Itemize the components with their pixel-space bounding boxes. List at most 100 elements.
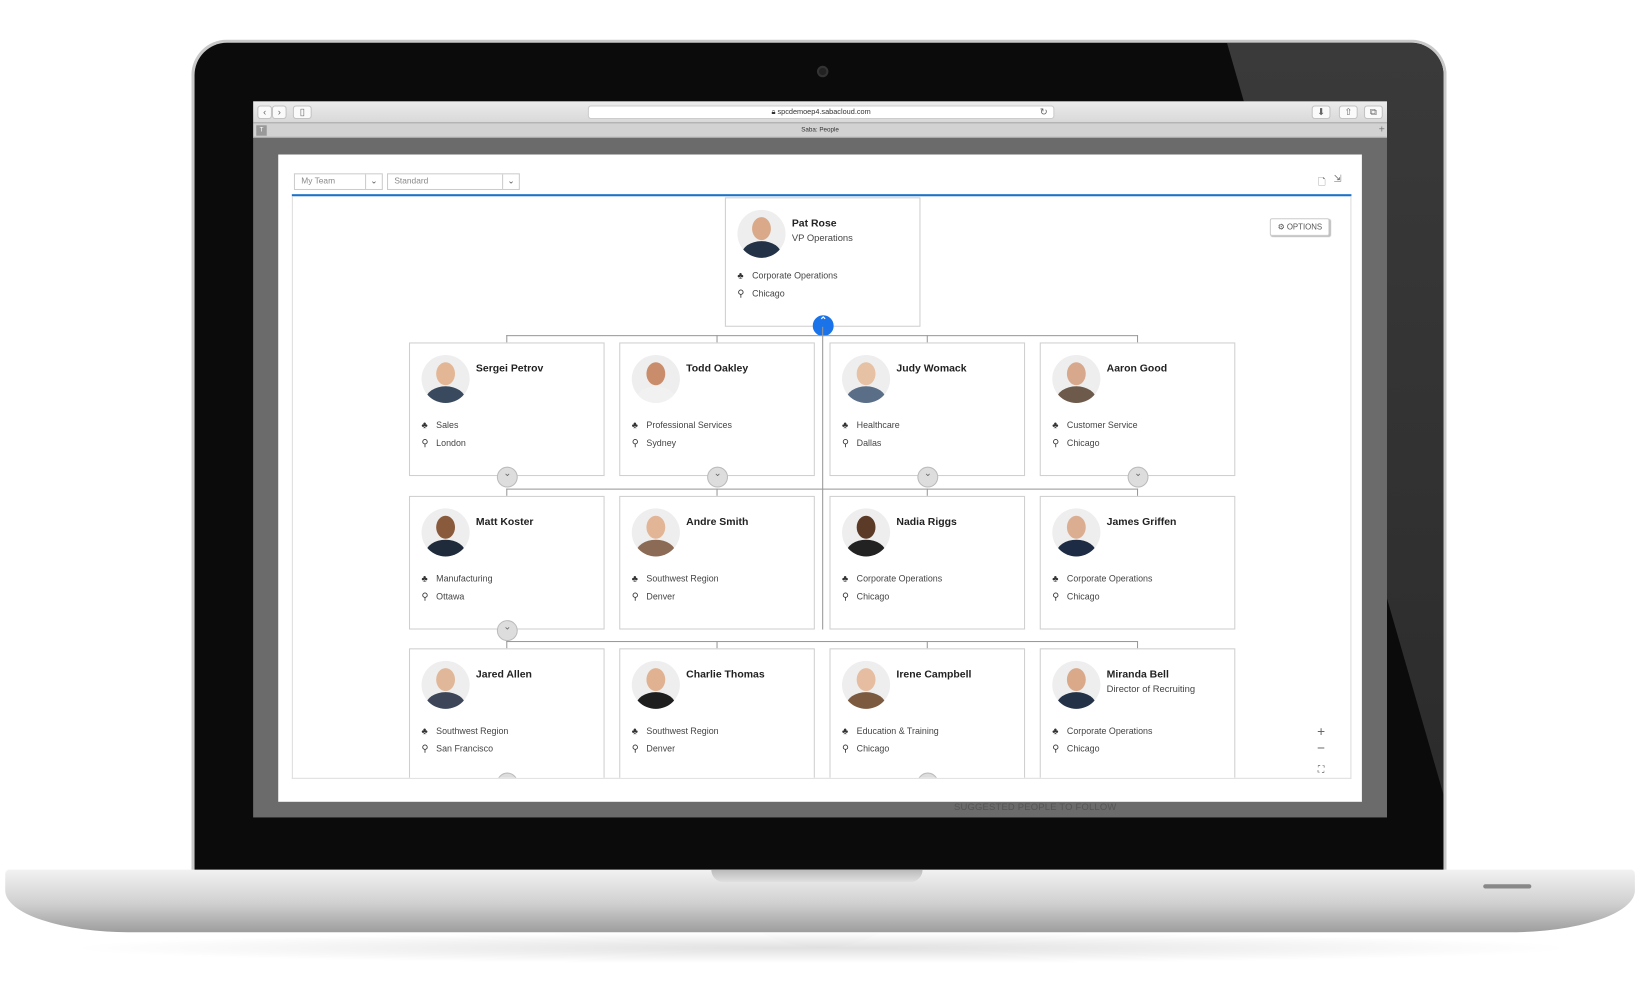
location-row: ⚲ Chicago [1052,743,1099,754]
avatar[interactable] [737,209,786,258]
layout-select[interactable]: Standard ⌄ [387,173,520,191]
avatar[interactable] [842,354,891,403]
map-pin-icon: ⚲ [1052,743,1060,754]
org-name: Professional Services [646,419,732,431]
avatar-body [425,539,466,557]
person-card[interactable]: Matt Koster ♣ Manufacturing ⚲ Ottawa ⌄ [408,495,605,642]
person-card[interactable]: Miranda Bell Director of Recruiting ♣ Corpo… [1039,648,1236,778]
org-chart-icon: ♣ [421,419,428,431]
back-icon[interactable]: ‹ [257,105,272,120]
options-button[interactable]: ⚙ OPTIONS [1270,218,1330,236]
org-chart[interactable]: ⚙ OPTIONS + − ⛶ Pat Rose VP Operations ♣ Co… [291,196,1352,779]
avatar[interactable] [421,354,470,403]
org-row: ♣ Corporate Operations [1052,726,1152,736]
person-name[interactable]: Irene Campbell [896,669,971,680]
export-icon[interactable]: ⇲ [1334,173,1342,184]
expand-reports-button[interactable]: ⌄ [917,466,939,488]
avatar[interactable] [631,660,680,709]
avatar[interactable] [1052,508,1101,557]
expand-reports-button[interactable]: ⌄ [496,772,518,778]
person-card[interactable]: Charlie Thomas ♣ Southwest Region ⚲ Denver [619,648,815,778]
tabs-icon[interactable]: ⧉ [1363,105,1383,120]
reload-icon[interactable]: ↻ [1040,106,1048,120]
avatar-face [646,668,666,692]
person-card[interactable]: Jared Allen ♣ Southwest Region ⚲ San Francis… [408,648,605,778]
person-name[interactable]: Andre Smith [686,517,748,528]
person-card[interactable]: Judy Womack ♣ Healthcare ⚲ Dallas ⌄ [829,342,1026,488]
person-card[interactable]: Andre Smith ♣ Southwest Region ⚲ Denver [619,495,815,630]
browser-toolbar: ‹ › ▯ 🔒︎ spcdemoep4.sabacloud.com ↻ ⬇ ⇧ … [253,101,1387,124]
avatar[interactable] [842,508,891,557]
org-chart-icon: ♣ [1052,725,1059,737]
avatar-body [425,692,466,709]
expand-reports-button[interactable]: ⌄ [1127,466,1149,488]
person-card[interactable]: Sergei Petrov ♣ Sales ⚲ London ⌄ [408,342,605,488]
zoom-out-button[interactable]: − [1313,740,1330,757]
location-name: London [436,437,466,448]
person-name[interactable]: James Griffen [1107,517,1177,528]
expand-reports-button[interactable]: ⌄ [496,466,518,488]
avatar[interactable] [421,660,470,709]
view-select[interactable]: My Team ⌄ [293,173,383,191]
org-name: Corporate Operations [1066,725,1153,737]
person-name[interactable]: Miranda Bell [1107,669,1169,680]
avatar-body [846,539,886,557]
location-name: Sydney [646,437,677,448]
org-chart-icon: ♣ [842,725,849,737]
person-card[interactable]: Irene Campbell ♣ Education & Training ⚲ Chic… [829,648,1026,778]
new-tab-icon[interactable]: + [1379,123,1385,138]
suggested-people-header[interactable]: SUGGESTED PEOPLE TO FOLLOW [954,802,1117,812]
laptop-notch [711,869,923,883]
export-pdf-icon[interactable]: 🗋 [1318,174,1326,191]
avatar[interactable] [421,508,470,557]
avatar[interactable] [1052,354,1101,403]
sidebar-icon[interactable]: ▯ [292,105,312,120]
avatar[interactable] [842,660,891,709]
connector-line [1137,641,1139,649]
org-name: Corporate Operations [752,270,838,281]
org-row: ♣ Corporate Operations [1052,573,1152,583]
avatar[interactable] [631,508,680,557]
person-card[interactable]: Todd Oakley ♣ Professional Services ⚲ Sydney… [619,342,815,488]
org-chart-icon: ♣ [421,573,428,584]
tab-title[interactable]: Saba: People [801,127,839,133]
expand-reports-button[interactable]: ⌄ [917,772,939,778]
avatar-body [1056,539,1097,557]
person-name[interactable]: Todd Oakley [686,363,748,374]
download-icon[interactable]: ⬇ [1311,105,1331,120]
person-card[interactable]: Aaron Good ♣ Customer Service ⚲ Chicago ⌄ [1039,342,1236,488]
org-chart-icon: ♣ [842,573,849,584]
avatar[interactable] [631,354,680,403]
fit-screen-button[interactable]: ⛶ [1313,761,1330,778]
map-pin-icon: ⚲ [421,590,429,602]
person-card[interactable]: James Griffen ♣ Corporate Operations ⚲ Chica… [1039,495,1236,630]
person-name[interactable]: Sergei Petrov [476,363,543,374]
connector-line [822,326,824,630]
expand-reports-button[interactable]: ⌄ [707,466,729,488]
person-name[interactable]: Jared Allen [476,669,532,680]
connector-line [716,641,718,649]
avatar[interactable] [1052,660,1101,709]
person-name[interactable]: Aaron Good [1107,363,1167,374]
view-select-value: My Team [301,176,336,186]
avatar-face [1066,668,1086,692]
share-icon[interactable]: ⇧ [1338,105,1358,120]
person-name[interactable]: Judy Womack [896,363,966,374]
org-row: ♣ Corporate Operations [842,573,942,583]
expand-reports-button[interactable]: ⌄ [496,620,518,642]
avatar-face [436,362,456,386]
org-name: Southwest Region [646,725,719,737]
person-title: Director of Recruiting [1106,683,1196,695]
zoom-in-button[interactable]: + [1313,723,1330,740]
address-bar[interactable]: 🔒︎ spcdemoep4.sabacloud.com [587,105,1055,120]
person-name[interactable]: Matt Koster [476,517,534,528]
url-text: spcdemoep4.sabacloud.com [777,108,871,116]
avatar-face [436,515,456,539]
person-card[interactable]: Nadia Riggs ♣ Corporate Operations ⚲ Chicago [829,495,1026,630]
person-name[interactable]: Charlie Thomas [686,669,764,680]
person-name[interactable]: Nadia Riggs [896,517,956,528]
person-name[interactable]: Pat Rose [792,218,837,229]
forward-icon[interactable]: › [271,105,287,120]
location-row: ⚲ Chicago [1052,437,1099,448]
person-card[interactable]: Pat Rose VP Operations ♣ Corporate Operatio… [724,197,921,337]
